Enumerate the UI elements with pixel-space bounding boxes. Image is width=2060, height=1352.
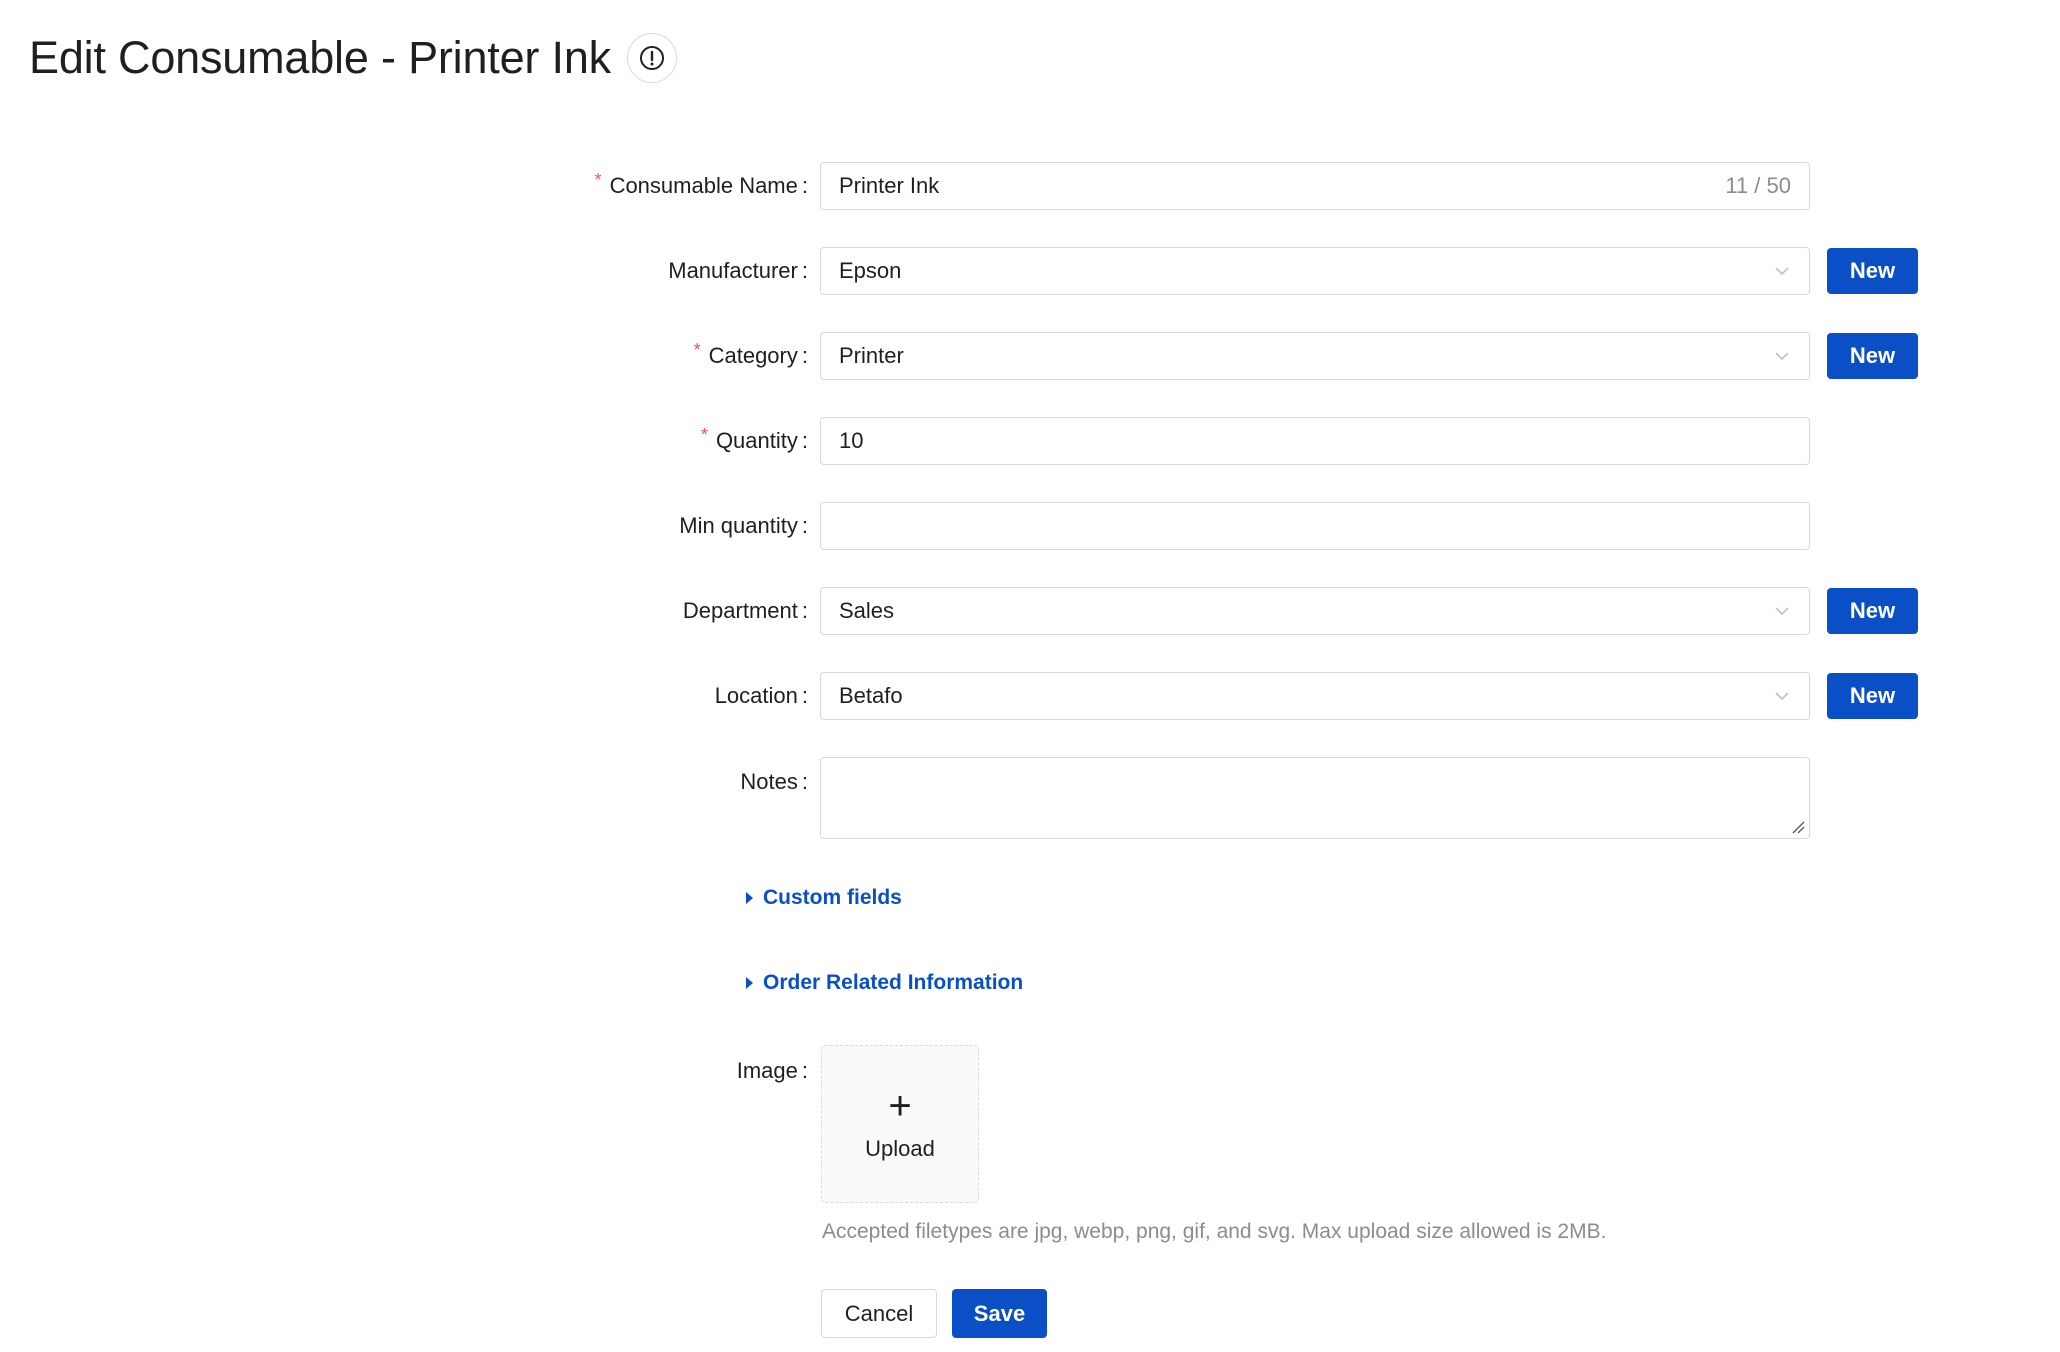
consumable-name-value: Printer Ink: [839, 173, 940, 198]
character-counter: 11 / 50: [1725, 173, 1791, 198]
upload-label: Upload: [865, 1136, 935, 1161]
manufacturer-label: Manufacturer:: [668, 258, 808, 283]
category-row: * Category: Printer New: [0, 332, 2060, 380]
required-mark: *: [693, 339, 701, 360]
info-button[interactable]: [626, 33, 677, 83]
min-quantity-label: Min quantity:: [679, 513, 808, 538]
notes-textarea[interactable]: [820, 757, 1810, 839]
min-quantity-input[interactable]: [820, 502, 1810, 550]
order-info-toggle[interactable]: Order Related Information: [746, 971, 1023, 995]
resize-handle-icon[interactable]: [1791, 820, 1805, 834]
caret-right-icon: [746, 977, 753, 989]
consumable-name-input[interactable]: Printer Ink 11 / 50: [820, 162, 1810, 210]
notes-label: Notes:: [740, 769, 808, 794]
required-mark: *: [700, 424, 708, 445]
image-label: Image:: [736, 1058, 808, 1083]
exclamation-circle-icon: [639, 46, 664, 70]
manufacturer-select[interactable]: Epson: [820, 247, 1810, 295]
category-value: Printer: [839, 343, 904, 368]
department-select[interactable]: Sales: [820, 587, 1810, 635]
custom-fields-toggle[interactable]: Custom fields: [746, 886, 902, 910]
department-label: Department:: [682, 598, 808, 623]
page-title: Edit Consumable - Printer Ink: [29, 32, 611, 83]
plus-icon: +: [888, 1084, 912, 1128]
new-location-button[interactable]: New: [1827, 673, 1918, 719]
image-upload[interactable]: + Upload: [821, 1045, 979, 1203]
quantity-label: * Quantity:: [700, 424, 808, 454]
quantity-value: 10: [839, 428, 864, 453]
edit-consumable-page: Edit Consumable - Printer Ink * Consumab…: [0, 0, 2060, 1352]
save-button[interactable]: Save: [952, 1289, 1047, 1338]
caret-right-icon: [746, 892, 753, 904]
upload-hint: Accepted filetypes are jpg, webp, png, g…: [822, 1220, 1607, 1243]
chevron-down-icon: [1775, 692, 1789, 701]
chevron-down-icon: [1775, 267, 1789, 276]
category-label: * Category:: [693, 339, 808, 369]
new-category-button[interactable]: New: [1827, 333, 1918, 379]
min-quantity-row: Min quantity:: [0, 502, 2060, 550]
required-mark: *: [594, 169, 602, 190]
new-manufacturer-button[interactable]: New: [1827, 248, 1918, 294]
department-value: Sales: [839, 598, 895, 623]
notes-row: Notes:: [0, 757, 2060, 839]
quantity-row: * Quantity: 10: [0, 417, 2060, 465]
department-row: Department: Sales New: [0, 587, 2060, 635]
consumable-name-label: * Consumable Name:: [594, 169, 808, 199]
category-select[interactable]: Printer: [820, 332, 1810, 380]
chevron-down-icon: [1775, 607, 1789, 616]
manufacturer-value: Epson: [839, 258, 902, 283]
page-header: Edit Consumable - Printer Ink: [29, 28, 677, 88]
consumable-name-row: * Consumable Name: Printer Ink 11 / 50: [0, 162, 2060, 210]
location-label: Location:: [714, 683, 808, 708]
new-department-button[interactable]: New: [1827, 588, 1918, 634]
chevron-down-icon: [1775, 352, 1789, 361]
location-value: Betafo: [839, 683, 903, 708]
location-select[interactable]: Betafo: [820, 672, 1810, 720]
manufacturer-row: Manufacturer: Epson New: [0, 247, 2060, 295]
quantity-input[interactable]: 10: [820, 417, 1810, 465]
cancel-button[interactable]: Cancel: [821, 1289, 937, 1338]
location-row: Location: Betafo New: [0, 672, 2060, 720]
